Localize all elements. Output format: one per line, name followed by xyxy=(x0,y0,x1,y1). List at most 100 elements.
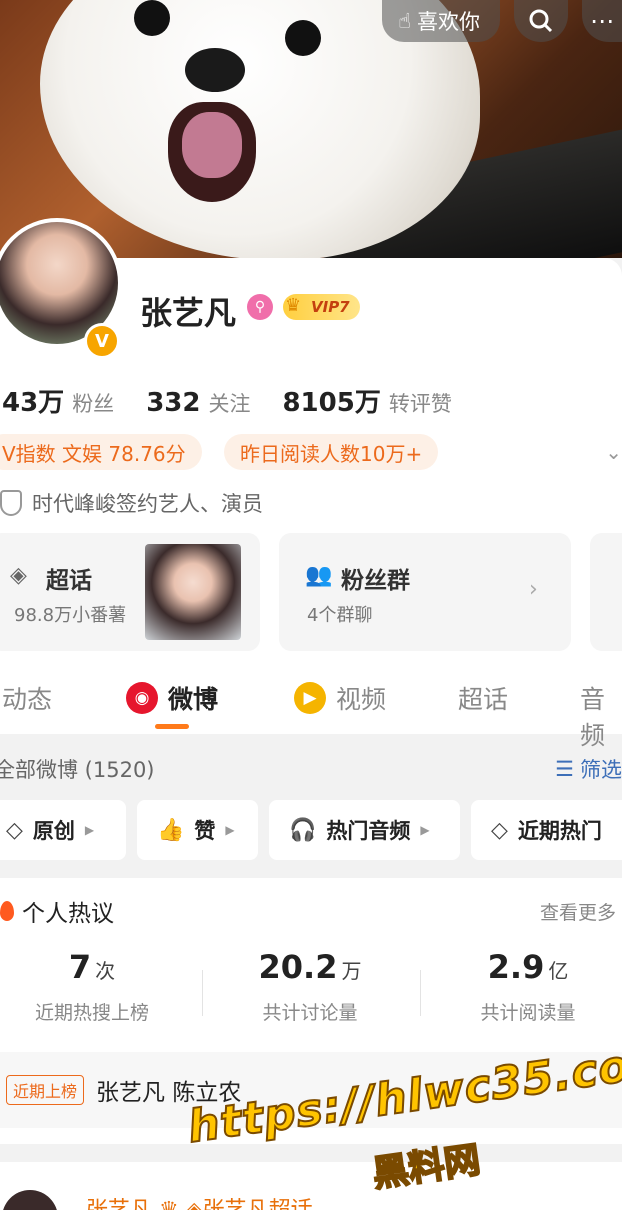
chip-original[interactable]: ◇ 原创 ▶ xyxy=(0,800,126,860)
hot-stat-num: 7 xyxy=(68,948,92,986)
hot-stat-unit: 亿 xyxy=(548,959,569,983)
stat-label: 转评赞 xyxy=(388,392,452,416)
chip-label: 热门音频 xyxy=(326,819,411,843)
hot-stat-label: 近期热搜上榜 xyxy=(34,1002,149,1024)
chip-label: 赞 xyxy=(194,819,216,843)
active-tab-indicator xyxy=(155,724,189,729)
dog-eye-right xyxy=(285,20,321,56)
filter-icon: ☰ xyxy=(555,757,574,781)
thumb-up-icon: 👍 xyxy=(157,817,185,843)
certification: 时代峰峻签约艺人、演员 xyxy=(0,488,263,518)
caret-right-icon: ▶ xyxy=(420,823,430,837)
fan-group-box[interactable]: 👥 粉丝群 4个群聊 › xyxy=(279,533,571,651)
tab-label: 动态 xyxy=(2,685,53,714)
super-topic-thumbnail xyxy=(145,544,241,640)
fan-group-title: 粉丝群 xyxy=(341,568,410,594)
reader-count-tag[interactable]: 昨日阅读人数10万+ xyxy=(224,434,439,470)
chip-recent-hot[interactable]: ◇ 近期热门 xyxy=(471,800,622,860)
post-topic-text: 张艺凡超话 xyxy=(203,1198,313,1210)
divider xyxy=(202,970,203,1016)
post-author-text: 张艺凡 xyxy=(86,1198,152,1210)
like-label: 喜欢你 xyxy=(417,10,480,34)
post-author-name[interactable]: 张艺凡 ♛ ◈张艺凡超话 xyxy=(86,1192,313,1210)
super-topic-sub: 98.8万小番薯 xyxy=(14,605,127,626)
tab-label: 音频 xyxy=(580,685,606,750)
post-count: 全部微博 (1520) xyxy=(0,758,155,782)
search-icon xyxy=(529,9,553,33)
certification-text: 时代峰峻签约艺人、演员 xyxy=(32,492,263,516)
post-preview[interactable]: 张艺凡 ♛ ◈张艺凡超话 xyxy=(0,1162,622,1210)
hot-title-text: 个人热议 xyxy=(22,901,114,927)
vip-badge[interactable]: ♛ VIP7 xyxy=(283,294,360,320)
chip-label: 原创 xyxy=(32,819,75,843)
trend-tag: 近期上榜 xyxy=(6,1075,85,1105)
vip-label: VIP7 xyxy=(311,298,350,316)
tab-label: 超话 xyxy=(458,685,509,714)
feed-filter-row: 全部微博 (1520) ☰ 筛选 xyxy=(0,752,622,786)
search-button[interactable] xyxy=(514,0,568,42)
extra-box[interactable] xyxy=(590,533,622,651)
hot-title: 个人热议 xyxy=(0,894,114,928)
video-icon: ▶ xyxy=(294,682,326,714)
layers-icon: ◇ xyxy=(6,817,23,843)
stat-value: 8105万 xyxy=(282,388,381,418)
v-index-tag[interactable]: V指数 文娱 78.76分 xyxy=(0,434,202,470)
like-button[interactable]: ☝ 喜欢你 xyxy=(382,0,500,42)
fan-group-sub: 4个群聊 xyxy=(307,605,373,626)
chip-hot-audio[interactable]: 🎧 热门音频 ▶ xyxy=(269,800,460,860)
post-avatar[interactable] xyxy=(2,1190,58,1210)
hot-stat-num: 2.9 xyxy=(487,948,545,986)
super-topic-box[interactable]: ◈ 超话 98.8万小番薯 xyxy=(0,533,260,651)
top-actions: ☝ 喜欢你 ⋯ xyxy=(382,0,622,42)
profile-stats: 43万 粉丝 332 关注 8105万 转评赞 xyxy=(2,382,452,419)
dog-nose xyxy=(185,48,245,92)
stat-followers[interactable]: 43万 粉丝 xyxy=(2,382,114,419)
shield-icon xyxy=(0,490,22,516)
headphones-icon: 🎧 xyxy=(289,817,317,843)
stat-label: 关注 xyxy=(208,392,251,416)
divider xyxy=(420,970,421,1016)
chip-like[interactable]: 👍 赞 ▶ xyxy=(137,800,258,860)
caret-right-icon: ▶ xyxy=(84,823,95,837)
more-button[interactable]: ⋯ xyxy=(582,0,622,42)
stat-value: 43万 xyxy=(2,388,65,418)
hot-stat-unit: 万 xyxy=(341,959,362,983)
tab-label: 视频 xyxy=(336,685,387,714)
tab-super-topic[interactable]: 超话 xyxy=(458,680,508,716)
crown-icon: ♛ xyxy=(285,295,302,316)
like-hand-icon: ☝ xyxy=(398,9,411,33)
more-icon: ⋯ xyxy=(590,7,614,35)
chip-label: 近期热门 xyxy=(517,819,602,843)
dog-eye-left xyxy=(134,0,170,36)
verified-badge-icon: V xyxy=(84,323,120,359)
super-topic-icon[interactable]: ⚲ xyxy=(247,294,273,320)
layers-icon: ◇ xyxy=(491,817,508,843)
hot-stat-label: 共计阅读量 xyxy=(480,1002,576,1024)
dog-tongue xyxy=(182,112,242,178)
caret-right-icon: ▶ xyxy=(225,823,235,837)
see-more-link[interactable]: 查看更多 xyxy=(540,898,616,925)
hot-stat-unit: 次 xyxy=(95,959,116,983)
hot-stat-discussion[interactable]: 20.2 万 共计讨论量 xyxy=(210,948,410,1025)
tab-audio[interactable]: 音频 xyxy=(580,680,622,752)
stat-following[interactable]: 332 关注 xyxy=(146,388,250,418)
hot-stat-trending[interactable]: 7次 近期热搜上榜 xyxy=(0,948,192,1025)
users-icon: 👥 xyxy=(305,563,333,588)
filter-label: 筛选 xyxy=(580,758,622,782)
stat-value: 332 xyxy=(146,388,201,418)
chevron-right-icon: › xyxy=(529,577,538,602)
chevron-down-icon[interactable]: ⌄ xyxy=(605,440,622,464)
weibo-icon: ◉ xyxy=(126,682,158,714)
hot-stat-label: 共计讨论量 xyxy=(262,1002,358,1024)
tab-video[interactable]: ▶ 视频 xyxy=(294,680,386,716)
tab-label: 微博 xyxy=(168,685,219,714)
hot-stat-num: 20.2 xyxy=(258,948,338,986)
stat-interactions[interactable]: 8105万 转评赞 xyxy=(282,382,451,419)
diamond-icon: ◈ xyxy=(10,563,27,588)
filter-button[interactable]: ☰ 筛选 xyxy=(555,754,622,784)
tab-weibo[interactable]: ◉ 微博 xyxy=(126,680,218,716)
hot-stat-reads[interactable]: 2.9 亿 共计阅读量 xyxy=(428,948,622,1025)
profile-name: 张艺凡 xyxy=(140,294,237,332)
tab-dynamic[interactable]: 动态 xyxy=(2,680,52,716)
super-topic-title: 超话 xyxy=(46,568,92,594)
